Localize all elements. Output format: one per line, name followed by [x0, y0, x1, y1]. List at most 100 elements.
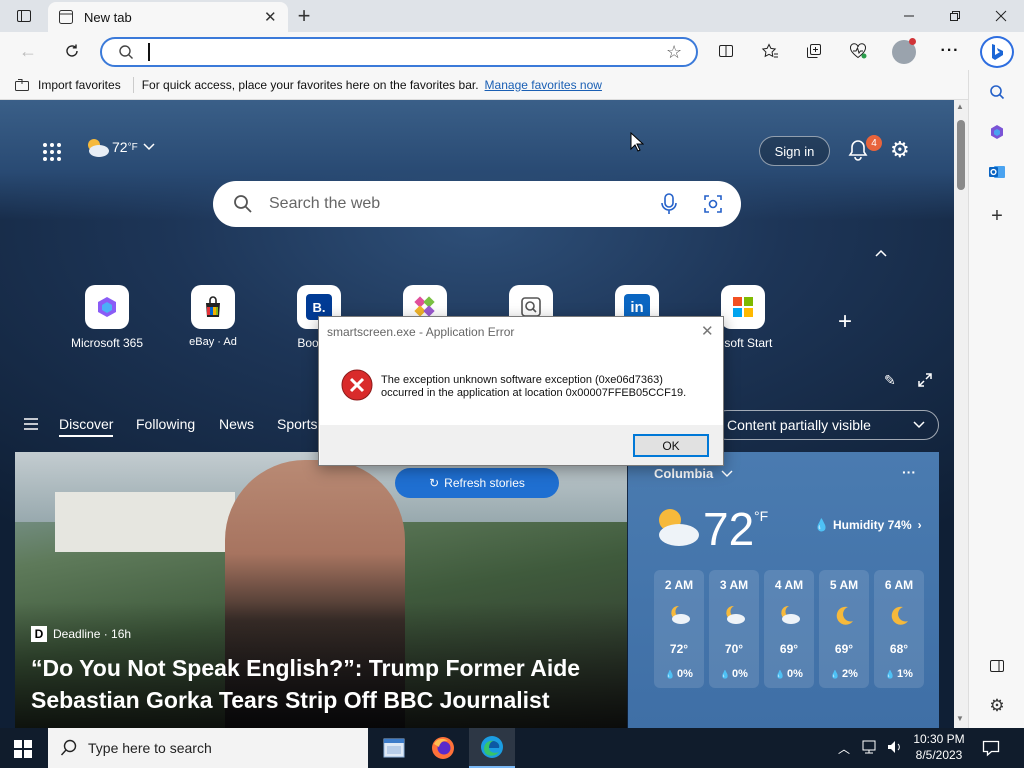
tab-news[interactable]: News — [219, 416, 254, 432]
expand-icon[interactable] — [918, 373, 932, 390]
humidity-link[interactable]: 💧 Humidity 74% › — [814, 518, 922, 532]
chevron-down-icon — [913, 421, 925, 429]
content-visibility-dropdown[interactable]: Content partially visible — [712, 410, 939, 440]
dialog-message: The exception unknown software exception… — [381, 374, 686, 400]
import-favorites-button[interactable]: Import favorites — [14, 78, 121, 92]
weather-more-icon[interactable]: ··· — [902, 464, 916, 480]
quick-link-label: Microsoft 365 — [70, 336, 144, 350]
taskbar-app-explorer[interactable] — [371, 728, 417, 768]
weather-chip[interactable]: 72 °F — [84, 136, 156, 158]
sidebar-m365-icon[interactable] — [983, 118, 1011, 146]
settings-more-icon[interactable]: ··· — [936, 37, 964, 65]
article-headline[interactable]: “Do You Not Speak English?”: Trump Forme… — [31, 652, 621, 716]
close-window-button[interactable] — [978, 4, 1024, 28]
hourly-forecast-item: 2 AM 72° 💧 0% — [654, 570, 704, 688]
taskbar-app-edge[interactable] — [469, 728, 515, 768]
hour-precip-value: 0% — [677, 667, 693, 680]
scroll-down-icon[interactable]: ▼ — [956, 714, 964, 723]
feed-menu-icon[interactable] — [24, 418, 38, 433]
sidebar-settings-icon[interactable]: ⚙ — [983, 692, 1011, 720]
manage-favorites-link[interactable]: Manage favorites now — [485, 78, 602, 92]
refresh-icon: ↻ — [429, 476, 440, 490]
scroll-up-icon[interactable]: ▲ — [956, 102, 964, 111]
sidebar-outlook-icon[interactable] — [983, 158, 1011, 186]
sidebar-search-icon[interactable] — [983, 78, 1011, 106]
taskbar-clock[interactable]: 10:30 PM 8/5/2023 — [908, 731, 970, 763]
collections-icon[interactable] — [800, 37, 828, 65]
favorites-bar: Import favorites For quick access, place… — [0, 70, 968, 100]
hourly-forecast-item: 4 AM 69° 💧 0% — [764, 570, 814, 688]
profile-avatar[interactable] — [892, 38, 916, 64]
quick-link-microsoft-365[interactable]: Microsoft 365 — [57, 285, 157, 350]
taskbar-search[interactable]: Type here to search — [48, 728, 368, 768]
quick-link-ebay[interactable]: eBay · Ad — [163, 285, 263, 348]
hour-precip-value: 2% — [842, 667, 858, 680]
ok-button[interactable]: OK — [633, 434, 709, 457]
hour-time: 4 AM — [774, 578, 804, 592]
search-icon — [234, 195, 252, 213]
apps-launcher-icon[interactable] — [42, 142, 62, 165]
tab-following[interactable]: Following — [136, 416, 195, 432]
collapse-chevron-icon[interactable] — [874, 246, 888, 261]
page-scrollbar[interactable]: ▲ ▼ — [954, 100, 968, 728]
minimize-button[interactable] — [886, 4, 932, 28]
moon-icon — [833, 604, 855, 629]
tab-title: New tab — [84, 10, 132, 25]
favorites-icon[interactable] — [756, 37, 784, 65]
show-hidden-icons[interactable]: ︿ — [838, 740, 850, 757]
add-quick-link-icon[interactable]: + — [838, 308, 852, 336]
taskbar-app-firefox[interactable] — [420, 728, 466, 768]
weather-city: Columbia — [654, 466, 714, 481]
tab-new-tab[interactable]: New tab ✕ — [48, 2, 288, 32]
refresh-stories-button[interactable]: ↻ Refresh stories — [395, 468, 559, 498]
sidebar-hide-icon[interactable] — [983, 652, 1011, 680]
microphone-icon[interactable] — [661, 193, 677, 215]
sidebar-add-icon[interactable]: + — [983, 202, 1011, 230]
hour-temp: 69° — [834, 641, 854, 656]
back-icon[interactable]: ← — [14, 37, 42, 65]
page-settings-icon[interactable]: ⚙ — [890, 138, 910, 162]
visual-search-icon[interactable] — [703, 194, 723, 214]
volume-icon[interactable] — [886, 739, 904, 758]
chevron-down-icon — [143, 143, 155, 151]
sign-in-button[interactable]: Sign in — [759, 136, 830, 166]
windows-start-icon[interactable] — [14, 740, 32, 761]
web-search-input[interactable]: Search the web — [269, 195, 661, 213]
tab-actions-icon[interactable] — [10, 2, 38, 30]
split-screen-icon[interactable] — [712, 37, 740, 65]
hour-time: 2 AM — [664, 578, 694, 592]
partly-cloudy-night-icon — [667, 604, 691, 629]
dialog-message-line-1: The exception unknown software exception… — [381, 374, 663, 386]
notification-center-icon[interactable] — [982, 739, 1000, 760]
weather-location[interactable]: Columbia — [654, 466, 733, 481]
address-bar[interactable]: ☆ — [100, 37, 698, 67]
quick-link-label: eBay · Ad — [189, 336, 237, 348]
restore-button[interactable] — [932, 4, 978, 28]
refresh-icon[interactable] — [58, 37, 86, 65]
edit-layout-icon[interactable]: ✎ — [884, 372, 896, 389]
drop-icon: 💧 — [775, 669, 786, 679]
tab-close-icon[interactable]: ✕ — [264, 8, 277, 26]
tab-sports[interactable]: Sports — [277, 416, 317, 432]
new-tab-icon — [58, 9, 74, 28]
dialog-message-line-2: occurred in the application at location … — [381, 387, 687, 399]
tab-discover[interactable]: Discover — [59, 416, 114, 437]
web-search-box[interactable]: Search the web — [213, 181, 741, 227]
dialog-close-icon[interactable]: ✕ — [701, 322, 714, 340]
weather-card[interactable]: Columbia ··· 72 °F 💧 Humidity 74% › 2 AM… — [628, 452, 939, 728]
drop-icon: 💧 — [665, 669, 676, 679]
text-cursor — [148, 43, 150, 61]
microsoft-365-icon — [85, 285, 129, 329]
favorite-star-icon[interactable]: ☆ — [666, 42, 682, 63]
profile-alert-dot — [909, 38, 916, 45]
network-icon[interactable] — [862, 739, 880, 758]
new-tab-button[interactable]: + — [290, 2, 318, 30]
browser-essentials-icon[interactable] — [844, 37, 872, 65]
hourly-forecast-item: 3 AM 70° 💧 0% — [709, 570, 759, 688]
taskbar-search-input[interactable]: Type here to search — [88, 740, 212, 756]
scrollbar-thumb[interactable] — [957, 120, 965, 190]
humidity-label: Humidity 74% — [832, 518, 912, 532]
hourly-forecast-item: 6 AM 68° 💧 1% — [874, 570, 924, 688]
bing-copilot-icon[interactable] — [980, 36, 1014, 68]
import-favorites-label: Import favorites — [38, 77, 121, 92]
